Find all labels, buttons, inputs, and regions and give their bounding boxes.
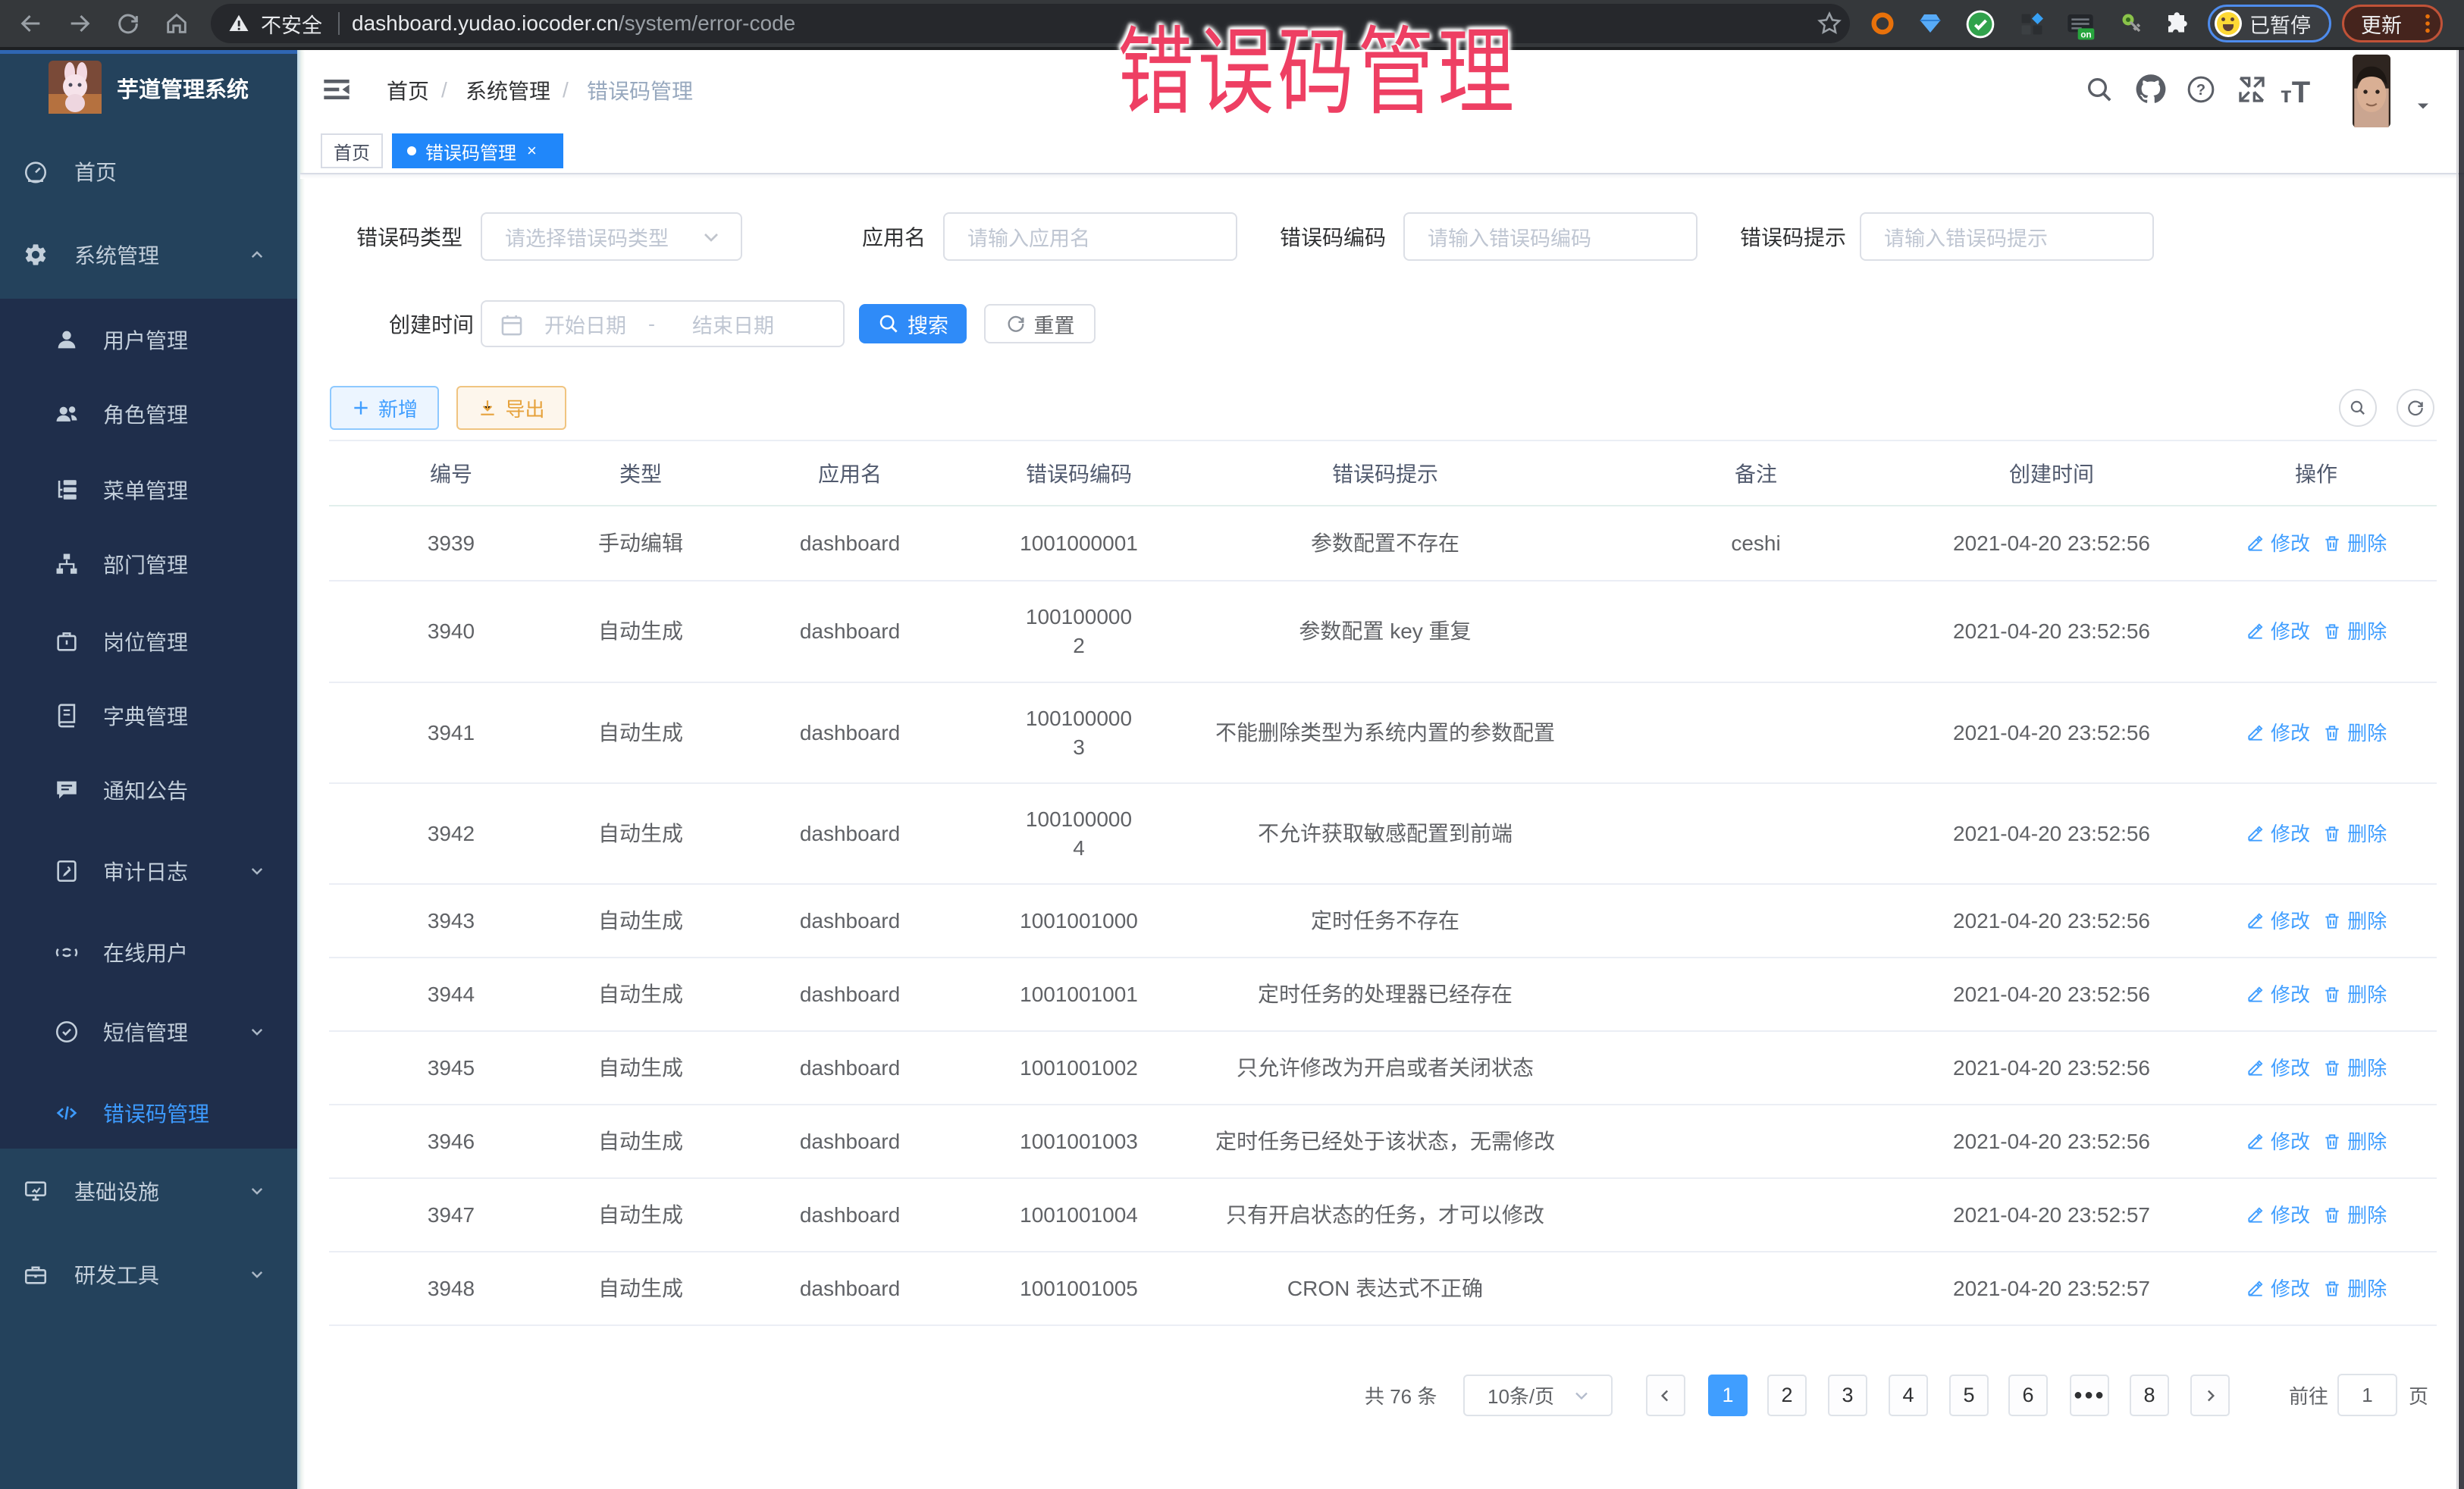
svg-text:on: on bbox=[2080, 30, 2091, 39]
svg-text:?: ? bbox=[2196, 82, 2205, 99]
